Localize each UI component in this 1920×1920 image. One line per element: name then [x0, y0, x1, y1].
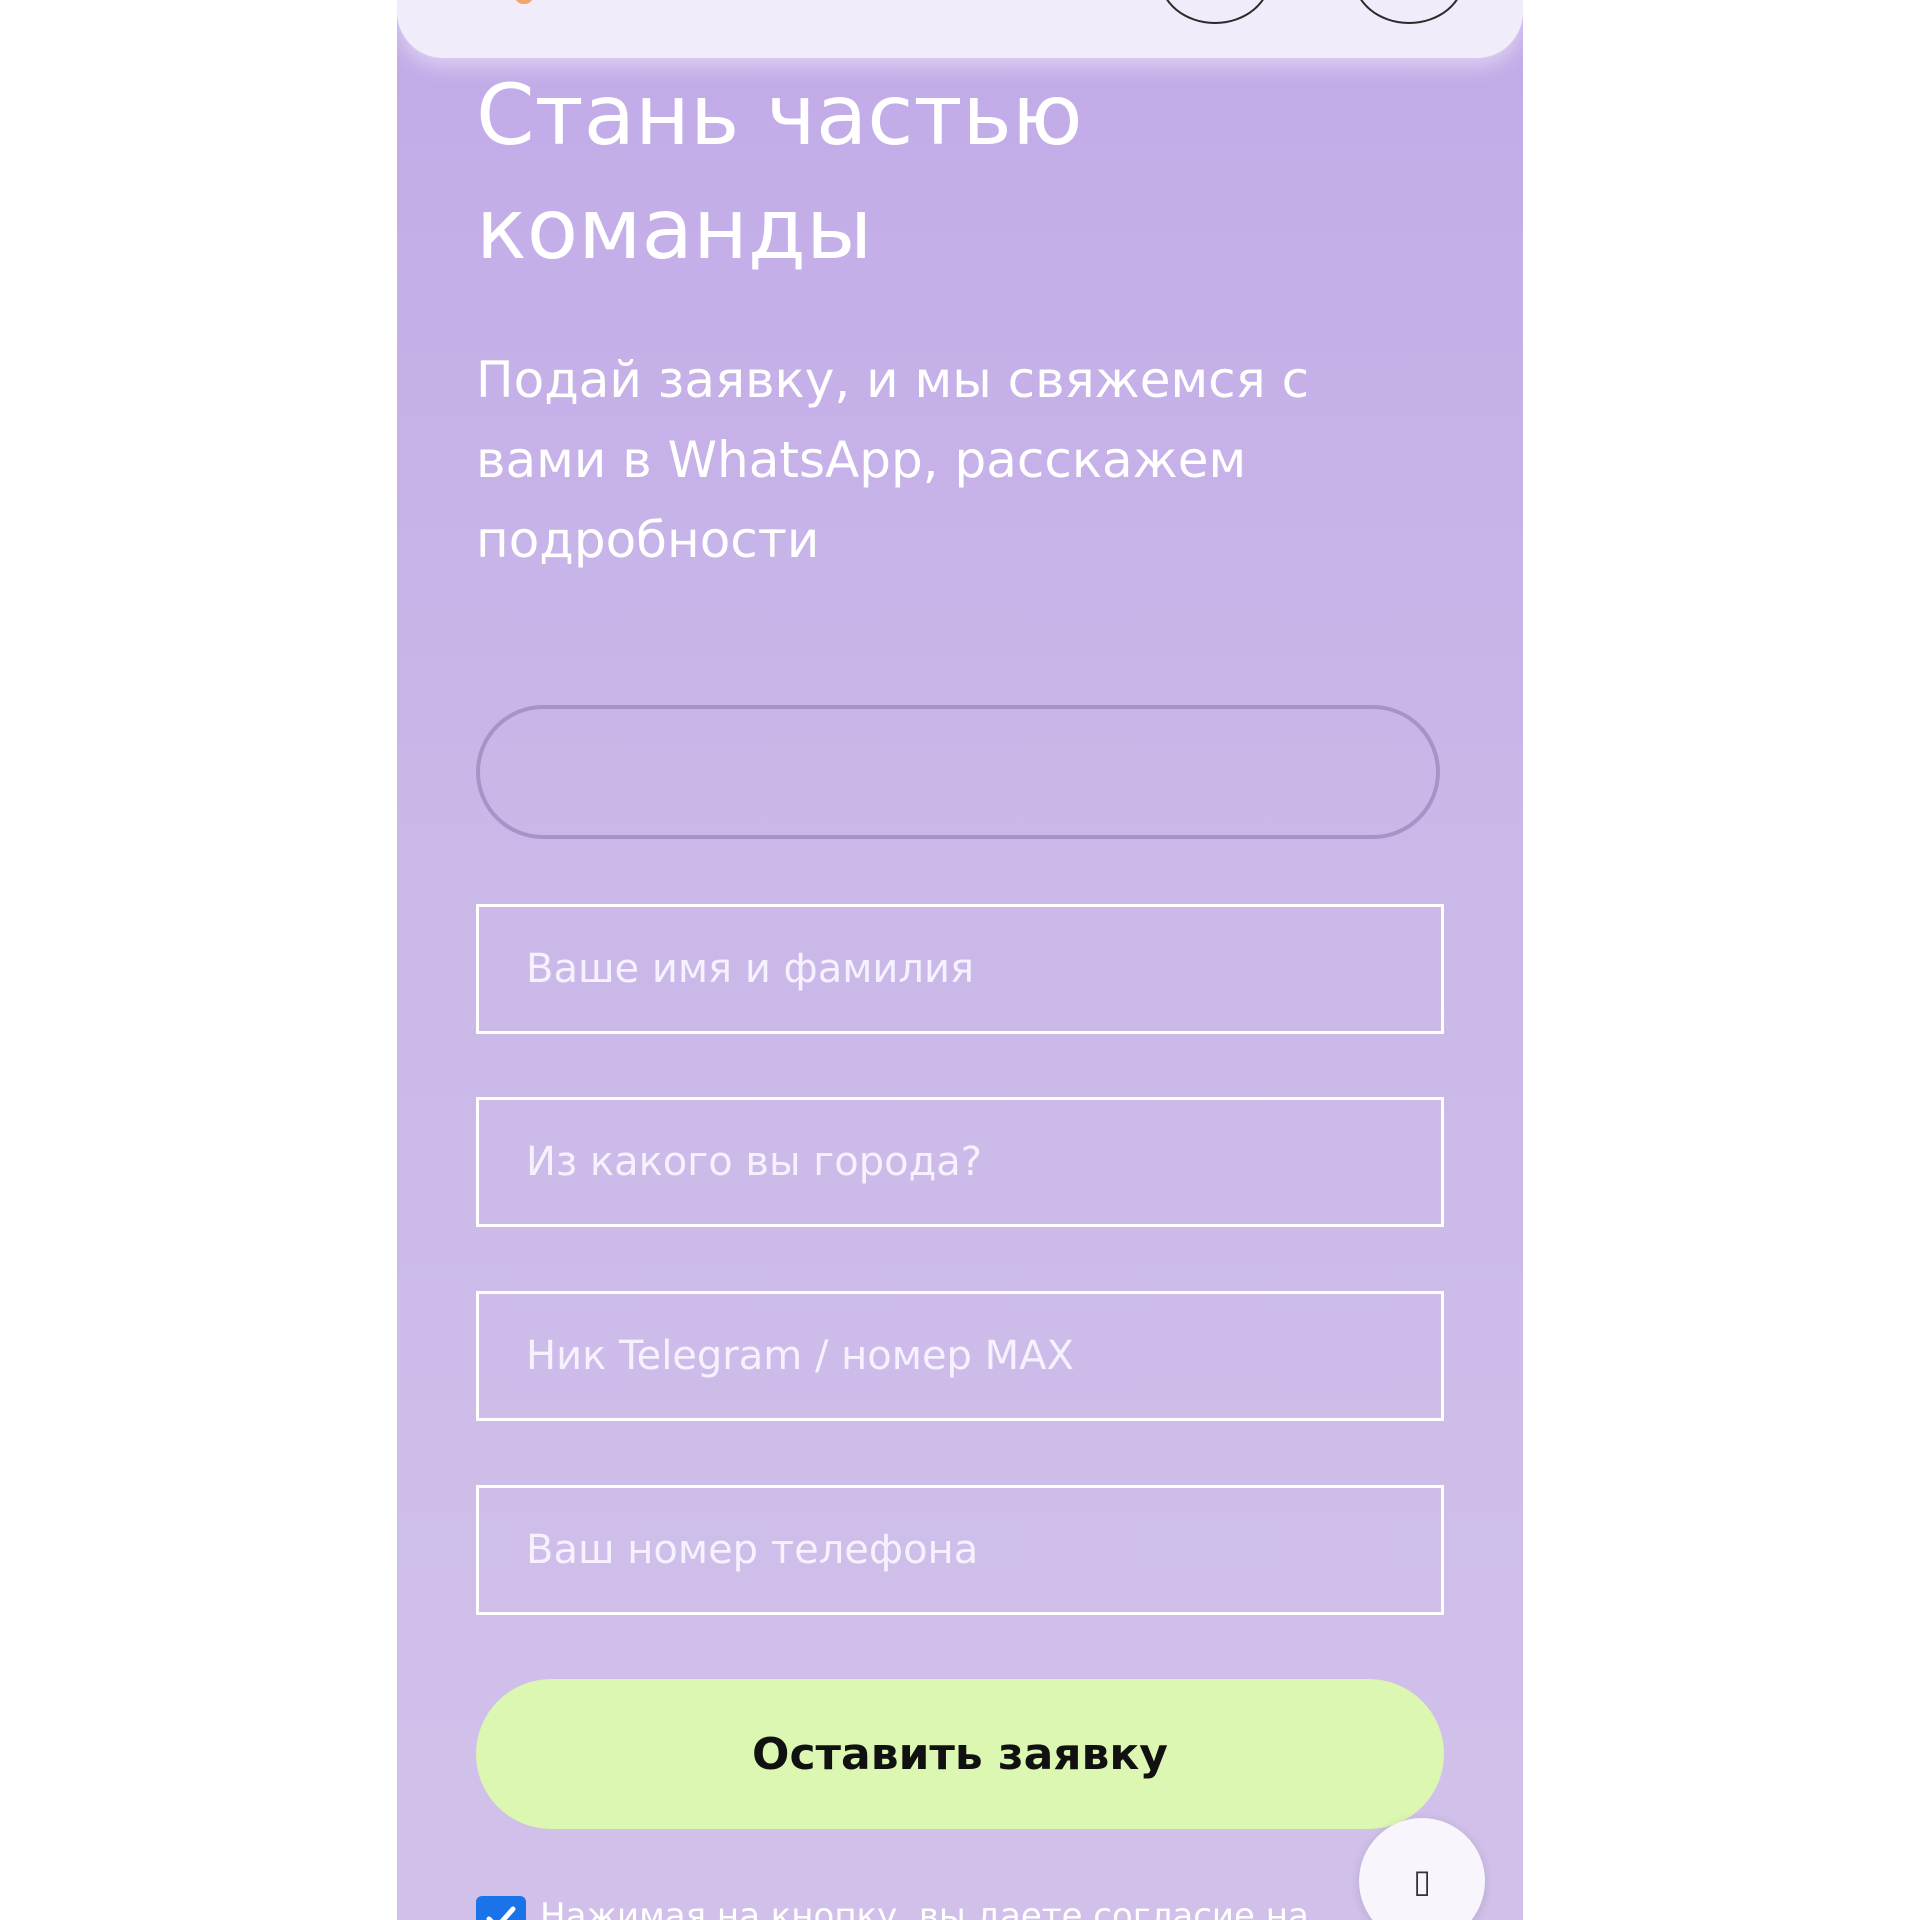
- header-circle-button[interactable]: [1159, 0, 1271, 24]
- form-screen: Стань частью команды Подай заявку, и мы …: [397, 0, 1523, 1920]
- city-input[interactable]: [476, 1097, 1444, 1227]
- header-bar: [397, 0, 1523, 58]
- consent-row: Нажимая на кнопку, вы даете согласие на: [476, 1896, 1376, 1920]
- menu-circle-button[interactable]: [1353, 0, 1465, 24]
- checkmark-icon: [486, 1906, 516, 1920]
- empty-pill-field[interactable]: [476, 705, 1440, 839]
- submit-button[interactable]: Оставить заявку: [476, 1679, 1444, 1829]
- telegram-input[interactable]: [476, 1291, 1444, 1421]
- consent-checkbox[interactable]: [476, 1896, 526, 1920]
- consent-text: Нажимая на кнопку, вы даете согласие на: [540, 1896, 1309, 1920]
- name-input[interactable]: [476, 904, 1444, 1034]
- chat-fab-button[interactable]: ▯: [1359, 1818, 1485, 1920]
- chat-icon: ▯: [1413, 1862, 1431, 1900]
- form-title: Стань частью команды: [476, 66, 1083, 278]
- form-subtitle: Подай заявку, и мы свяжемся с вами в Wha…: [476, 351, 1310, 569]
- phone-input[interactable]: [476, 1485, 1444, 1615]
- logo-icon[interactable]: [515, 0, 533, 4]
